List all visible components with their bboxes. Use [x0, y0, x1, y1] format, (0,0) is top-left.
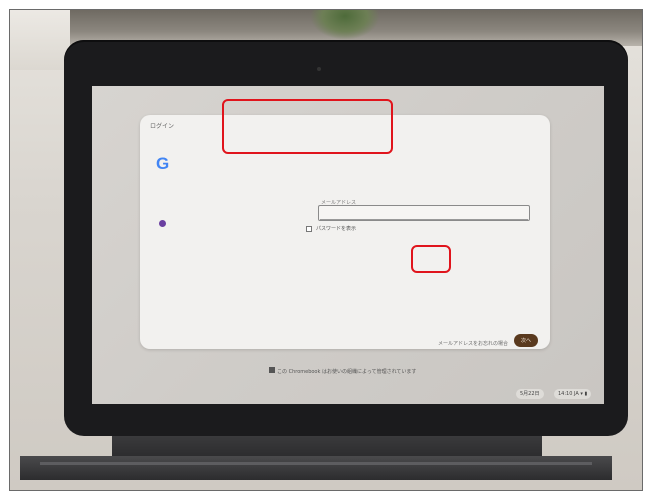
- plant-background: [310, 10, 380, 40]
- managed-device-note: この Chromebook はお使いの組織によって管理されています: [277, 369, 417, 375]
- status-time: 14:10: [558, 391, 573, 397]
- laptop-base-edge: [40, 462, 592, 465]
- enterprise-icon: [269, 367, 275, 373]
- laptop-base: [20, 456, 612, 480]
- highlight-next-button: [411, 245, 451, 273]
- show-password-label: パスワードを表示: [316, 226, 357, 232]
- card-title: ログイン: [150, 123, 175, 130]
- wifi-icon: ▾: [580, 391, 583, 397]
- next-button[interactable]: 次へ: [514, 334, 538, 347]
- status-tray[interactable]: 14:10 JA ▾ ▮: [554, 389, 592, 399]
- status-indicators: JA: [574, 391, 579, 397]
- show-password-checkbox[interactable]: [306, 226, 312, 232]
- status-date[interactable]: 5月22日: [516, 389, 544, 399]
- account-icon: [159, 220, 166, 227]
- email-input-underline: [320, 219, 528, 220]
- battery-icon: ▮: [584, 391, 588, 397]
- highlight-email-area: [222, 99, 393, 154]
- google-logo-icon: G: [156, 154, 170, 173]
- webcam: [317, 67, 321, 71]
- forgot-email-link[interactable]: メールアドレスをお忘れの場合: [438, 340, 508, 347]
